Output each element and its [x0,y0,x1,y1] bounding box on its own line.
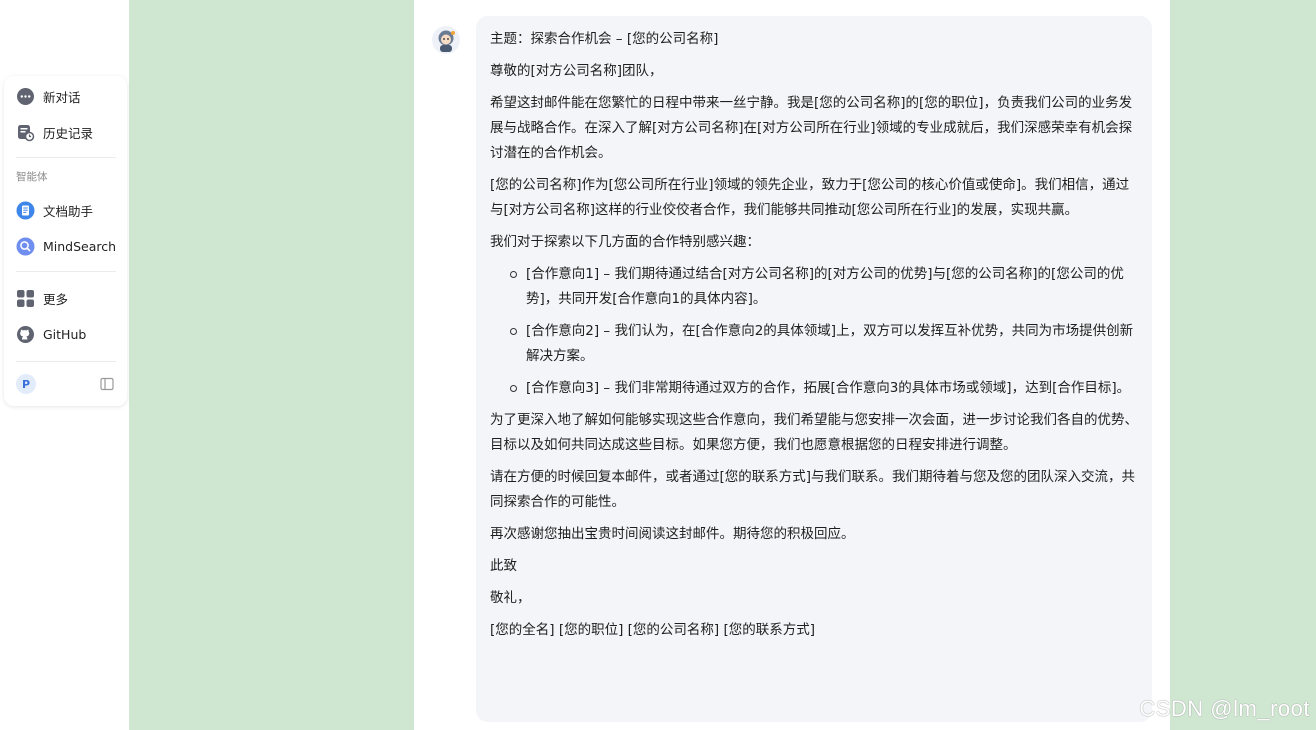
email-signature: [您的全名] [您的职位] [您的公司名称] [您的联系方式] [490,622,816,638]
chat-bubble-icon [16,87,35,106]
mindsearch-button[interactable]: MindSearch [16,232,116,260]
new-chat-button[interactable]: 新对话 [16,82,81,110]
history-icon [16,123,35,142]
doc-assistant-button[interactable]: 文档助手 [16,196,93,224]
sidebar-collapse-icon[interactable] [100,376,114,391]
more-button[interactable]: 更多 [16,284,68,312]
csdn-watermark: CSDN @lm_root [1139,696,1310,721]
divider [16,271,116,272]
list-item: [合作意向2] – 我们认为，在[合作意向2的具体领域]上，双方可以发挥互补优势… [510,319,1140,369]
doc-assistant-label: 文档助手 [43,203,94,219]
email-paragraph: 为了更深入地了解如何能够实现这些合作意向，我们希望能与您安排一次会面，进一步讨论… [490,412,1138,453]
email-paragraph: 再次感谢您抽出宝贵时间阅读这封邮件。期待您的积极回应。 [490,526,855,542]
history-label: 历史记录 [43,125,94,141]
email-paragraph: 我们对于探索以下几方面的合作特别感兴趣： [490,234,760,250]
background-panel-right [1170,0,1316,730]
sidebar: 新对话 历史记录 智能体 文档助手 MindSearch 更多 GitHub P [4,76,127,406]
email-closing: 此致 [490,558,517,574]
email-paragraph: [您的公司名称]作为[您公司所在行业]领域的领先企业，致力于[您公司的核心价值或… [490,177,1130,218]
section-label-agents: 智能体 [16,171,48,183]
cooperation-list: [合作意向1] – 我们期待通过结合[对方公司名称]的[对方公司的优势]与[您的… [490,262,1140,401]
divider [16,157,116,158]
divider [16,361,116,362]
mindsearch-icon [16,237,35,256]
mindsearch-label: MindSearch [43,238,117,254]
list-item: [合作意向3] – 我们非常期待通过双方的合作，拓展[合作意向3的具体市场或领域… [510,376,1140,401]
github-icon [16,325,35,344]
user-avatar[interactable]: P [16,374,36,394]
email-paragraph: 请在方便的时候回复本邮件，或者通过[您的联系方式]与我们联系。我们期待着与您及您… [490,469,1136,510]
email-closing: 敬礼， [490,590,531,606]
email-greeting: 尊敬的[对方公司名称]团队， [490,63,663,79]
background-panel-left [129,0,414,730]
email-paragraph: 希望这封邮件能在您繁忙的日程中带来一丝宁静。我是[您的公司名称]的[您的职位]，… [490,95,1133,161]
list-item: [合作意向1] – 我们期待通过结合[对方公司名称]的[对方公司的优势]与[您的… [510,262,1140,312]
new-chat-label: 新对话 [43,89,81,105]
email-subject: 主题：探索合作机会 – [您的公司名称] [490,31,719,47]
message-content: 主题：探索合作机会 – [您的公司名称] 尊敬的[对方公司名称]团队， 希望这封… [490,27,1140,650]
assistant-avatar-icon [431,25,461,55]
assistant-message: 主题：探索合作机会 – [您的公司名称] 尊敬的[对方公司名称]团队， 希望这封… [476,16,1152,722]
grid-icon [16,289,35,308]
history-button[interactable]: 历史记录 [16,118,93,146]
more-label: 更多 [43,291,69,307]
github-button[interactable]: GitHub [16,320,86,348]
document-icon [16,201,35,220]
github-label: GitHub [43,326,87,342]
